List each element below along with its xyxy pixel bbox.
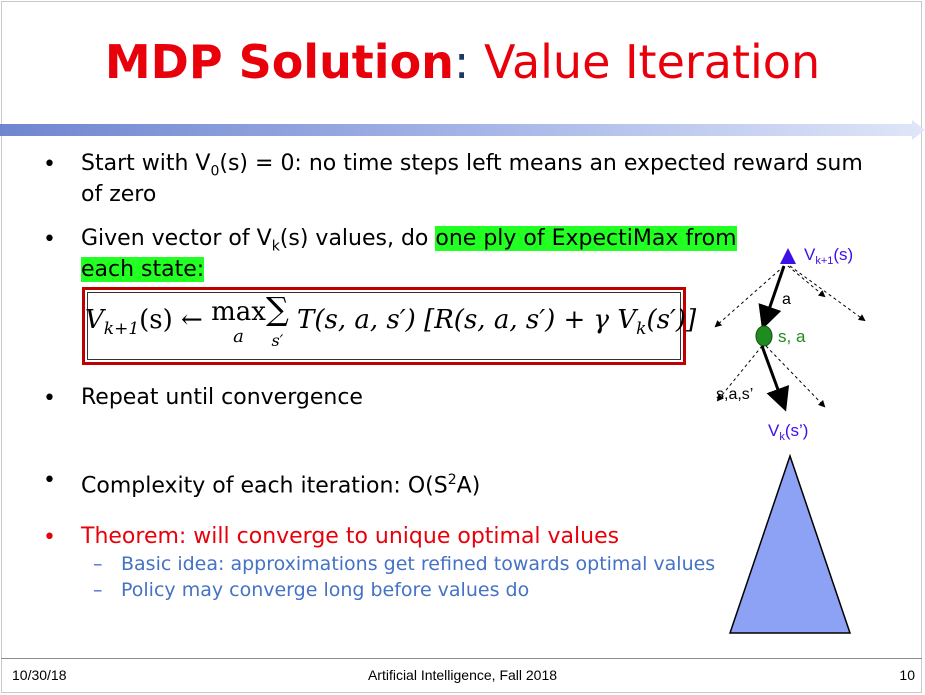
footer-divider [1,658,922,659]
max-node-icon [780,248,796,264]
title-colon: : [453,35,470,89]
title-bold: MDP Solution [104,35,454,89]
subtree-triangle-icon [728,453,852,634]
chance-node-icon [755,325,773,347]
title-rest: Value Iteration [469,35,821,89]
value-iteration-equation: Vk+1(s) ← max a∑ s′ T(s, a, s′) [R(s, a, s… [85,290,697,350]
expectimax-diagram: Vk+1(s) a s, a s,a,s’ Vk(s’) [714,245,866,634]
svg-text:s, a: s, a [778,327,806,346]
slide-title: MDP Solution: Value Iteration [0,32,925,92]
sub-policy: – Policy may converge long before values … [93,579,530,601]
svg-text:Vk(s’): Vk(s’) [768,421,808,443]
equation-box: Vk+1(s) ← max a∑ s′ T(s, a, s′) [R(s, a, s… [82,287,697,365]
sub-basic-idea: – Basic idea: approximations get refined … [93,553,716,575]
highlight-each-state: each state: [81,257,205,283]
highlight-expectimax: one ply of ExpectiMax from [435,226,737,251]
svg-text:a: a [782,291,791,308]
slide: MDP Solution: Value Iteration • Start wi… [0,0,925,695]
title-arrow-bar [0,120,925,140]
footer-page-number: 10 [899,667,915,683]
footer-course: Artificial Intelligence, Fall 2018 [367,667,558,683]
svg-text:s,a,s’: s,a,s’ [716,386,753,403]
svg-text:Vk+1(s): Vk+1(s) [804,245,853,267]
